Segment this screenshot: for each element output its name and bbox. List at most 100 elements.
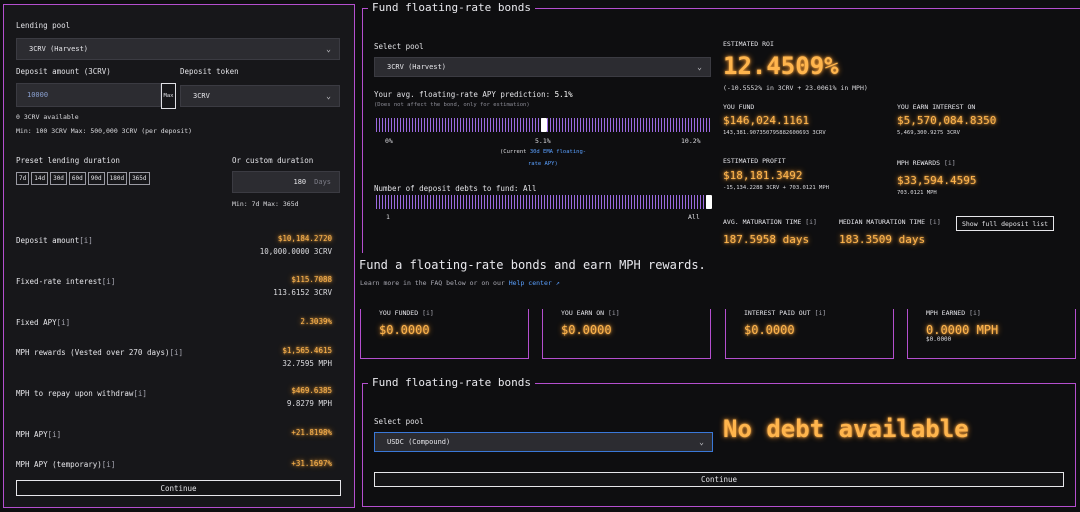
deposit-amount-row-label: Deposit amount[i] [16, 236, 93, 245]
preset-60d-button[interactable]: 60d [68, 172, 86, 185]
deposit-token-select[interactable]: 3CRV ⌄ [180, 85, 340, 107]
fund-bottom-pool-value: USDC (Compound) [387, 438, 451, 446]
mph-rewards-usd: $1,565.4615 [282, 346, 332, 355]
deposit-amount-usd: $10,184.2720 [277, 234, 332, 243]
est-roi-label: ESTIMATED ROI [723, 40, 774, 48]
preset-14d-button[interactable]: 14d [31, 172, 49, 185]
info-icon[interactable]: [i] [102, 460, 116, 469]
info-icon[interactable]: [i] [133, 389, 147, 398]
deposit-debts-label: Number of deposit debts to fund: All [374, 184, 537, 193]
info-icon[interactable]: [i] [102, 277, 116, 286]
mph-rewards-top-label: MPH REWARDS [i] [897, 159, 956, 167]
apy-slider-thumb[interactable] [541, 118, 547, 132]
slider1-max: 10.2% [681, 137, 701, 145]
you-fund-sub: 143,381.907350795882600693 3CRV [723, 130, 826, 136]
avg-maturation-value: 187.5958 days [723, 233, 810, 246]
deposit-token-label: Deposit token [180, 67, 239, 76]
fund-bottom-title: Fund floating-rate bonds [368, 376, 535, 389]
fund-top-title: Fund floating-rate bonds [368, 1, 535, 14]
earn-interest-sub: 5,469,300.9275 3CRV [897, 130, 960, 136]
fixed-apy-value: 2.3039% [300, 317, 332, 326]
learn-more-text: Learn more in the FAQ below or on our He… [360, 279, 560, 287]
fund-bottom-pool-select[interactable]: USDC (Compound) ⌄ [374, 432, 713, 452]
available-balance: 0 3CRV available [16, 113, 79, 121]
show-full-deposit-list-button[interactable]: Show full deposit list [956, 216, 1054, 231]
est-profit-label: ESTIMATED PROFIT [723, 157, 786, 165]
custom-duration-unit: Days [314, 178, 331, 186]
fixed-rate-interest-token: 113.6152 3CRV [273, 288, 332, 297]
info-icon[interactable]: [i] [814, 309, 826, 317]
chevron-down-icon: ⌄ [326, 44, 331, 54]
info-icon[interactable]: [i] [170, 348, 184, 357]
preset-180d-button[interactable]: 180d [106, 172, 128, 185]
mph-rewards-top-sub: 703.0121 MPH [897, 190, 937, 196]
mph-earned-sub: $0.0000 [926, 336, 952, 343]
apy-note: (Does not affect the bond, only for esti… [374, 102, 530, 108]
info-icon[interactable]: [i] [48, 430, 62, 439]
est-profit-sub: -15,134.2288 3CRV + 703.0121 MPH [723, 185, 829, 191]
est-roi-value: 12.4509% [723, 52, 839, 80]
avg-maturation-label: AVG. MATURATION TIME [i] [723, 218, 817, 226]
slider2-max: All [688, 213, 700, 221]
interest-paid-out-card: INTEREST PAID OUT [i] $0.0000 [725, 309, 894, 359]
info-icon[interactable]: [i] [969, 309, 981, 317]
you-earn-on-title: YOU EARN ON [i] [561, 309, 620, 317]
mph-earned-title: MPH EARNED [i] [926, 309, 981, 317]
fund-top-pool-select[interactable]: 3CRV (Harvest) ⌄ [374, 57, 711, 77]
info-icon[interactable]: [i] [929, 218, 941, 226]
info-icon[interactable]: [i] [422, 309, 434, 317]
mph-repay-label: MPH to repay upon withdraw[i] [16, 389, 147, 398]
preset-7d-button[interactable]: 7d [16, 172, 30, 185]
info-icon[interactable]: [i] [805, 218, 817, 226]
you-earn-on-card: YOU EARN ON [i] $0.0000 [542, 309, 711, 359]
slider2-min: 1 [386, 213, 390, 221]
deposit-limits: Min: 100 3CRV Max: 500,000 3CRV (per dep… [16, 127, 193, 135]
slider1-min: 0% [385, 137, 393, 145]
chevron-down-icon: ⌄ [326, 91, 331, 101]
lending-pool-label: Lending pool [16, 21, 71, 30]
apy-prediction-slider[interactable] [376, 118, 712, 132]
mph-rewards-label: MPH rewards (Vested over 270 days)[i] [16, 348, 184, 357]
est-roi-sub: (-10.5552% in 3CRV + 23.0061% in MPH) [723, 84, 868, 92]
you-fund-value: $146,024.1161 [723, 114, 810, 127]
deposit-amount-token: 10,000.0000 3CRV [259, 247, 332, 256]
lending-pool-value: 3CRV (Harvest) [29, 45, 89, 53]
preset-365d-button[interactable]: 365d [129, 172, 150, 185]
deposit-debts-slider[interactable] [376, 195, 712, 209]
preset-duration-buttons: 7d 14d 30d 60d 90d 180d 365d [16, 172, 152, 185]
help-center-link[interactable]: Help center [509, 279, 552, 287]
custom-duration-input[interactable]: 180 Days [232, 171, 340, 193]
chevron-down-icon: ⌄ [699, 437, 704, 447]
lending-pool-select[interactable]: 3CRV (Harvest) ⌄ [16, 38, 340, 60]
fund-continue-button[interactable]: Continue [374, 472, 1064, 487]
mph-earned-value: 0.0000 MPH [926, 323, 999, 337]
deposit-token-value: 3CRV [193, 92, 210, 100]
custom-duration-limits: Min: 7d Max: 365d [232, 200, 299, 208]
mph-repay-usd: $469.6385 [291, 386, 332, 395]
chevron-down-icon: ⌄ [697, 62, 702, 72]
mph-apy-label: MPH APY[i] [16, 430, 62, 439]
continue-button[interactable]: Continue [16, 480, 341, 496]
earn-interest-label: YOU EARN INTEREST ON [897, 103, 976, 111]
info-icon[interactable]: [i] [944, 159, 956, 167]
info-icon[interactable]: [i] [57, 318, 71, 327]
ema-link[interactable]: 30d EMA floating- [530, 149, 586, 155]
apy-prediction-label: Your avg. floating-rate APY prediction: … [374, 90, 573, 99]
you-funded-value: $0.0000 [379, 323, 430, 337]
deposit-amount-input[interactable]: 10000 [16, 83, 161, 107]
fixed-apy-label: Fixed APY[i] [16, 318, 71, 327]
you-funded-card: YOU FUNDED [i] $0.0000 [360, 309, 529, 359]
you-fund-label: YOU FUND [723, 103, 755, 111]
max-button[interactable]: Max [161, 83, 176, 109]
mph-rewards-top-value: $33,594.4595 [897, 174, 977, 187]
debts-slider-thumb[interactable] [706, 195, 712, 209]
preset-90d-button[interactable]: 90d [87, 172, 105, 185]
custom-duration-value: 180 [293, 178, 307, 186]
custom-duration-label: Or custom duration [232, 156, 314, 165]
earn-heading: Fund a floating-rate bonds and earn MPH … [359, 258, 706, 272]
info-icon[interactable]: [i] [608, 309, 620, 317]
deposit-amount-value: 10000 [27, 91, 49, 99]
mph-earned-card: MPH EARNED [i] 0.0000 MPH $0.0000 [907, 309, 1076, 359]
preset-30d-button[interactable]: 30d [50, 172, 67, 185]
info-icon[interactable]: [i] [79, 236, 93, 245]
